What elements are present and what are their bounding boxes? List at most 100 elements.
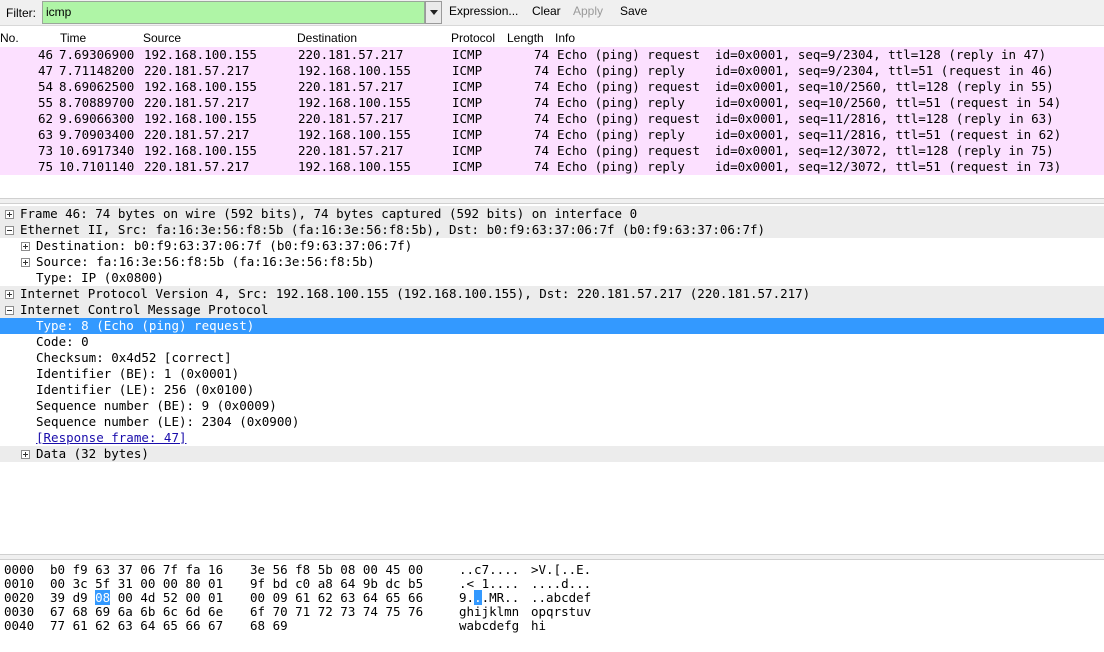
tree-item-icmp-type[interactable]: Type: 8 (Echo (ping) request) bbox=[0, 318, 1104, 334]
packet-source: 220.181.57.217 bbox=[144, 127, 249, 143]
expand-icon[interactable] bbox=[21, 242, 30, 251]
packet-destination: 220.181.57.217 bbox=[298, 143, 403, 159]
packet-row[interactable]: 73 10.6917340 192.168.100.155 220.181.57… bbox=[0, 143, 1104, 159]
packet-protocol: ICMP bbox=[452, 143, 482, 159]
packet-info: Echo (ping) request id=0x0001, seq=12/30… bbox=[557, 143, 1054, 159]
hex-bytes[interactable]: 77 61 62 63 64 65 66 67 bbox=[50, 618, 223, 634]
packet-protocol: ICMP bbox=[452, 47, 482, 63]
hex-ascii[interactable]: wabcdefg bbox=[459, 618, 519, 634]
packet-no: 62 bbox=[38, 111, 53, 127]
tree-item-eth-type[interactable]: Type: IP (0x0800) bbox=[0, 270, 1104, 286]
packet-length: 74 bbox=[534, 79, 549, 95]
packet-no: 75 bbox=[38, 159, 53, 175]
tree-item-sequence-be[interactable]: Sequence number (BE): 9 (0x0009) bbox=[0, 398, 1104, 414]
packet-destination: 220.181.57.217 bbox=[298, 111, 403, 127]
packet-no: 54 bbox=[38, 79, 53, 95]
tree-item-label: Sequence number (BE): 9 (0x0009) bbox=[36, 398, 277, 414]
column-header-destination[interactable]: Destination bbox=[297, 31, 357, 45]
hex-byte-selected[interactable]: 08 bbox=[95, 590, 110, 605]
filter-history-dropdown[interactable] bbox=[425, 1, 442, 24]
packet-time: 10.6917340 bbox=[59, 143, 134, 159]
tree-item-response-frame[interactable]: [Response frame: 47] bbox=[0, 430, 1104, 446]
expand-icon[interactable] bbox=[5, 210, 14, 219]
packet-row[interactable]: 47 7.71148200 220.181.57.217 192.168.100… bbox=[0, 63, 1104, 79]
column-header-length[interactable]: Length bbox=[507, 31, 544, 45]
hex-row: 0040 77 61 62 63 64 65 66 67 68 69 wabcd… bbox=[0, 618, 1104, 634]
hex-ascii-selected[interactable]: . bbox=[474, 590, 482, 605]
tree-item-icmp[interactable]: Internet Control Message Protocol bbox=[0, 302, 1104, 318]
pane-splitter[interactable] bbox=[0, 554, 1104, 560]
tree-item-label: Checksum: 0x4d52 [correct] bbox=[36, 350, 232, 366]
tree-item-label: Sequence number (LE): 2304 (0x0900) bbox=[36, 414, 299, 430]
packet-source: 220.181.57.217 bbox=[144, 95, 249, 111]
packet-length: 74 bbox=[534, 143, 549, 159]
expand-icon[interactable] bbox=[21, 258, 30, 267]
packet-no: 55 bbox=[38, 95, 53, 111]
packet-length: 74 bbox=[534, 63, 549, 79]
packet-info: Echo (ping) reply id=0x0001, seq=9/2304,… bbox=[557, 63, 1054, 79]
packet-no: 46 bbox=[38, 47, 53, 63]
filter-input[interactable]: icmp bbox=[42, 1, 425, 24]
hex-bytes[interactable]: 68 69 bbox=[250, 618, 288, 634]
tree-item-identifier-le[interactable]: Identifier (LE): 256 (0x0100) bbox=[0, 382, 1104, 398]
packet-protocol: ICMP bbox=[452, 111, 482, 127]
column-header-source[interactable]: Source bbox=[143, 31, 181, 45]
tree-item-label: Data (32 bytes) bbox=[36, 446, 149, 462]
packet-destination: 192.168.100.155 bbox=[298, 159, 411, 175]
expression-button[interactable]: Expression... bbox=[449, 4, 518, 18]
packet-time: 9.70903400 bbox=[59, 127, 134, 143]
packet-protocol: ICMP bbox=[452, 127, 482, 143]
packet-row[interactable]: 63 9.70903400 220.181.57.217 192.168.100… bbox=[0, 127, 1104, 143]
tree-item-label: Identifier (BE): 1 (0x0001) bbox=[36, 366, 239, 382]
clear-button[interactable]: Clear bbox=[532, 4, 561, 18]
tree-item-identifier-be[interactable]: Identifier (BE): 1 (0x0001) bbox=[0, 366, 1104, 382]
filter-toolbar: Filter: icmp Expression... Clear Apply S… bbox=[0, 0, 1104, 26]
packet-source: 192.168.100.155 bbox=[144, 111, 257, 127]
chevron-down-icon bbox=[430, 10, 438, 15]
tree-item-ip[interactable]: Internet Protocol Version 4, Src: 192.16… bbox=[0, 286, 1104, 302]
packet-time: 7.69306900 bbox=[59, 47, 134, 63]
tree-item-eth-destination[interactable]: Destination: b0:f9:63:37:06:7f (b0:f9:63… bbox=[0, 238, 1104, 254]
packet-protocol: ICMP bbox=[452, 95, 482, 111]
packet-destination: 192.168.100.155 bbox=[298, 127, 411, 143]
packet-source: 220.181.57.217 bbox=[144, 63, 249, 79]
hex-ascii-post: .MR.. bbox=[482, 590, 520, 605]
tree-item-label: Identifier (LE): 256 (0x0100) bbox=[36, 382, 254, 398]
column-header-protocol[interactable]: Protocol bbox=[451, 31, 495, 45]
collapse-icon[interactable] bbox=[5, 226, 14, 235]
tree-item-icmp-code[interactable]: Code: 0 bbox=[0, 334, 1104, 350]
save-button[interactable]: Save bbox=[620, 4, 647, 18]
packet-row[interactable]: 55 8.70889700 220.181.57.217 192.168.100… bbox=[0, 95, 1104, 111]
collapse-icon[interactable] bbox=[5, 306, 14, 315]
tree-item-label: Code: 0 bbox=[36, 334, 89, 350]
packet-time: 9.69066300 bbox=[59, 111, 134, 127]
tree-item-eth-source[interactable]: Source: fa:16:3e:56:f8:5b (fa:16:3e:56:f… bbox=[0, 254, 1104, 270]
response-frame-link[interactable]: [Response frame: 47] bbox=[36, 430, 187, 446]
tree-item-label: Type: 8 (Echo (ping) request) bbox=[36, 318, 254, 334]
hex-ascii-pre: 9. bbox=[459, 590, 474, 605]
tree-item-ethernet[interactable]: Ethernet II, Src: fa:16:3e:56:f8:5b (fa:… bbox=[0, 222, 1104, 238]
packet-row[interactable]: 75 10.7101140 220.181.57.217 192.168.100… bbox=[0, 159, 1104, 175]
column-header-time[interactable]: Time bbox=[60, 31, 86, 45]
packet-no: 73 bbox=[38, 143, 53, 159]
pane-splitter[interactable] bbox=[0, 198, 1104, 204]
expand-icon[interactable] bbox=[21, 450, 30, 459]
packet-info: Echo (ping) reply id=0x0001, seq=11/2816… bbox=[557, 127, 1061, 143]
packet-info: Echo (ping) request id=0x0001, seq=9/230… bbox=[557, 47, 1046, 63]
tree-item-icmp-checksum[interactable]: Checksum: 0x4d52 [correct] bbox=[0, 350, 1104, 366]
packet-row[interactable]: 46 7.69306900 192.168.100.155 220.181.57… bbox=[0, 47, 1104, 63]
apply-button[interactable]: Apply bbox=[573, 4, 603, 18]
expand-icon[interactable] bbox=[5, 290, 14, 299]
tree-item-label: Internet Control Message Protocol bbox=[20, 302, 268, 318]
packet-row[interactable]: 54 8.69062500 192.168.100.155 220.181.57… bbox=[0, 79, 1104, 95]
packet-source: 192.168.100.155 bbox=[144, 143, 257, 159]
tree-item-frame[interactable]: Frame 46: 74 bytes on wire (592 bits), 7… bbox=[0, 206, 1104, 222]
packet-row[interactable]: 62 9.69066300 192.168.100.155 220.181.57… bbox=[0, 111, 1104, 127]
tree-item-data[interactable]: Data (32 bytes) bbox=[0, 446, 1104, 462]
filter-label: Filter: bbox=[6, 6, 42, 20]
column-header-no[interactable]: No. bbox=[0, 31, 19, 45]
tree-item-sequence-le[interactable]: Sequence number (LE): 2304 (0x0900) bbox=[0, 414, 1104, 430]
hex-ascii[interactable]: hi bbox=[531, 618, 546, 634]
column-header-info[interactable]: Info bbox=[555, 31, 575, 45]
packet-time: 10.7101140 bbox=[59, 159, 134, 175]
